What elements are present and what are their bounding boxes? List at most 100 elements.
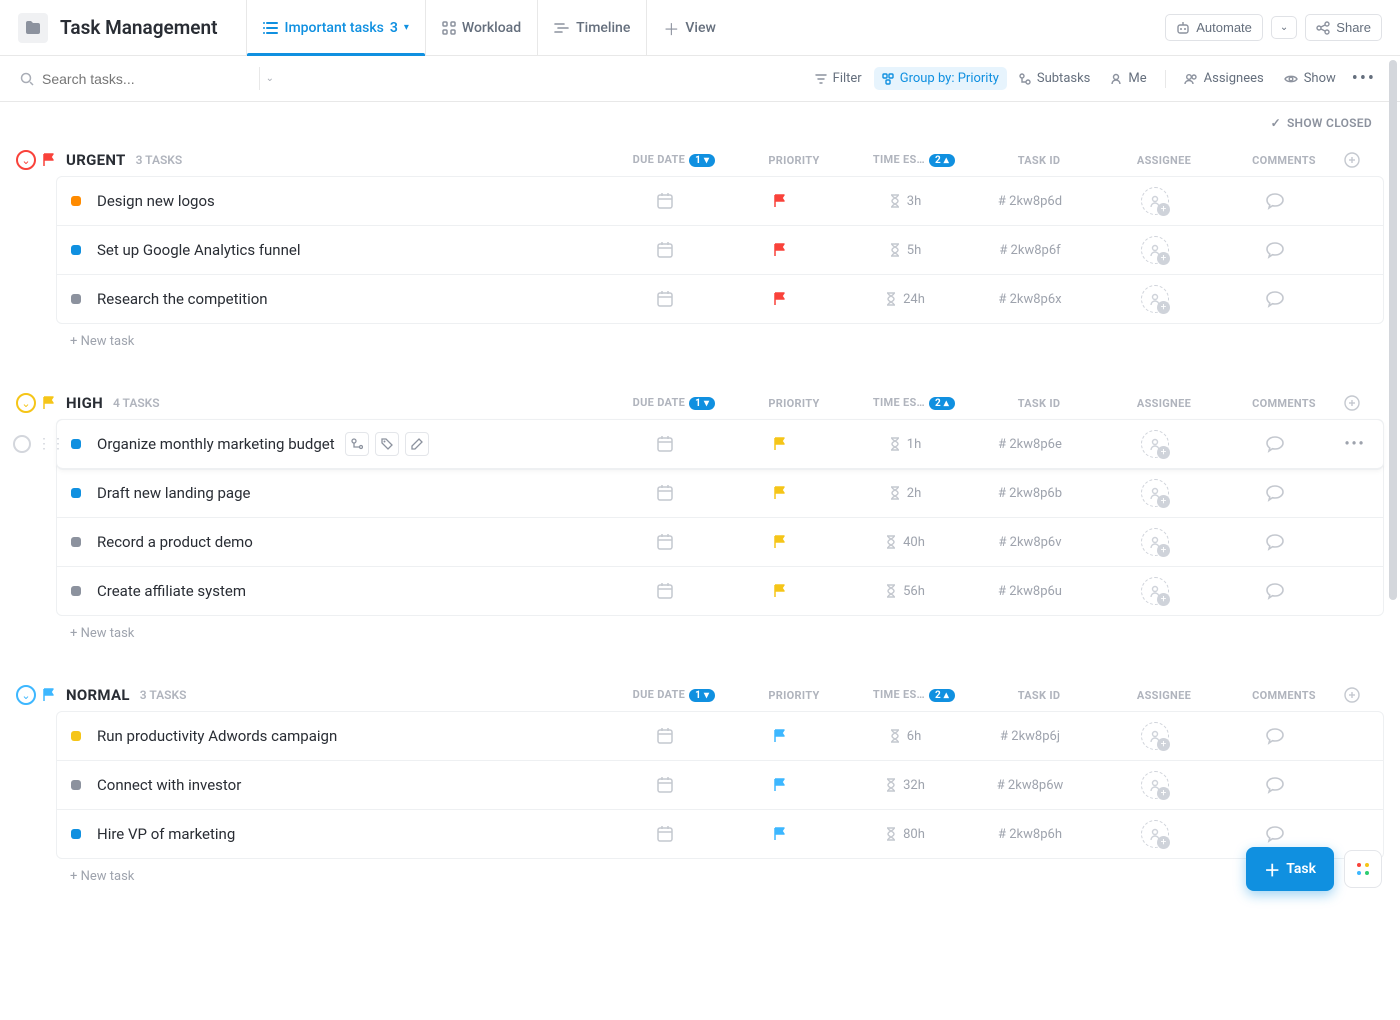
cell-priority[interactable]: [725, 437, 845, 451]
collapse-toggle[interactable]: ⌄: [16, 150, 36, 170]
cell-priority[interactable]: [725, 486, 845, 500]
subtasks-button[interactable]: Subtasks: [1011, 67, 1099, 90]
show-closed-button[interactable]: ✓ SHOW CLOSED: [1271, 116, 1372, 130]
new-task-button[interactable]: + New task: [56, 616, 1384, 651]
search-dropdown[interactable]: ⌄: [259, 67, 280, 90]
status-box[interactable]: [71, 829, 81, 839]
filter-button[interactable]: Filter: [807, 67, 870, 90]
cell-comments[interactable]: [1215, 727, 1335, 745]
col-comments[interactable]: COMMENTS: [1224, 154, 1344, 167]
new-task-button[interactable]: + New task: [56, 324, 1384, 359]
tab-important-tasks[interactable]: Important tasks 3 ▾: [246, 0, 425, 55]
col-priority[interactable]: PRIORITY: [734, 397, 854, 410]
col-due-date[interactable]: DUE DATE1 ▾: [614, 688, 734, 702]
new-task-button[interactable]: + New task: [56, 859, 1384, 894]
automate-dropdown[interactable]: ⌄: [1271, 16, 1297, 39]
cell-time-estimate[interactable]: 40h: [845, 535, 965, 550]
assignee-placeholder-icon[interactable]: [1141, 430, 1169, 458]
cell-priority[interactable]: [725, 778, 845, 792]
task-row[interactable]: Research the competition 24h # 2kw8p6x: [57, 275, 1383, 323]
col-priority[interactable]: PRIORITY: [734, 154, 854, 167]
cell-comments[interactable]: [1215, 776, 1335, 794]
col-assignee[interactable]: ASSIGNEE: [1104, 397, 1224, 410]
col-comments[interactable]: COMMENTS: [1224, 689, 1344, 702]
cell-priority[interactable]: [725, 243, 845, 257]
task-row[interactable]: Hire VP of marketing 80h # 2kw8p6h: [57, 810, 1383, 858]
cell-comments[interactable]: [1215, 435, 1335, 453]
cell-time-estimate[interactable]: 2h: [845, 486, 965, 501]
fab-new-task[interactable]: ＋ Task: [1246, 847, 1334, 891]
assignees-button[interactable]: Assignees: [1176, 67, 1272, 90]
cell-due-date[interactable]: [605, 435, 725, 453]
cell-priority[interactable]: [725, 535, 845, 549]
cell-due-date[interactable]: [605, 533, 725, 551]
edit-action[interactable]: [405, 432, 429, 456]
cell-due-date[interactable]: [605, 776, 725, 794]
status-box[interactable]: [71, 245, 81, 255]
status-box[interactable]: [71, 586, 81, 596]
tag-action[interactable]: [375, 432, 399, 456]
cell-comments[interactable]: [1215, 582, 1335, 600]
tab-add-view[interactable]: ＋ View: [646, 0, 732, 55]
col-add[interactable]: [1344, 152, 1384, 168]
collapse-toggle[interactable]: ⌄: [16, 393, 36, 413]
folder-icon[interactable]: [18, 13, 48, 43]
col-comments[interactable]: COMMENTS: [1224, 397, 1344, 410]
col-time-estimate[interactable]: TIME ES…2 ▴: [854, 688, 974, 702]
status-box[interactable]: [71, 294, 81, 304]
cell-assignee[interactable]: [1095, 771, 1215, 799]
task-row[interactable]: Create affiliate system 56h # 2kw8p6u: [57, 567, 1383, 615]
cell-priority[interactable]: [725, 194, 845, 208]
cell-priority[interactable]: [725, 584, 845, 598]
col-assignee[interactable]: ASSIGNEE: [1104, 689, 1224, 702]
assignee-placeholder-icon[interactable]: [1141, 820, 1169, 848]
groupby-button[interactable]: Group by: Priority: [874, 67, 1007, 90]
fab-apps[interactable]: [1344, 850, 1382, 888]
task-row[interactable]: Design new logos 3h # 2kw8p6d: [57, 177, 1383, 226]
cell-comments[interactable]: [1215, 825, 1335, 843]
col-due-date[interactable]: DUE DATE1 ▾: [614, 153, 734, 167]
row-select-circle[interactable]: [13, 435, 31, 453]
task-row[interactable]: Draft new landing page 2h # 2kw8p6b: [57, 469, 1383, 518]
cell-priority[interactable]: [725, 292, 845, 306]
col-time-estimate[interactable]: TIME ES…2 ▴: [854, 396, 974, 410]
col-priority[interactable]: PRIORITY: [734, 689, 854, 702]
cell-assignee[interactable]: [1095, 577, 1215, 605]
cell-time-estimate[interactable]: 80h: [845, 827, 965, 842]
cell-due-date[interactable]: [605, 582, 725, 600]
assignee-placeholder-icon[interactable]: [1141, 479, 1169, 507]
task-row[interactable]: Set up Google Analytics funnel 5h # 2kw8…: [57, 226, 1383, 275]
cell-time-estimate[interactable]: 32h: [845, 778, 965, 793]
status-box[interactable]: [71, 780, 81, 790]
cell-due-date[interactable]: [605, 290, 725, 308]
assignee-placeholder-icon[interactable]: [1141, 528, 1169, 556]
task-row[interactable]: Record a product demo 40h # 2kw8p6v: [57, 518, 1383, 567]
cell-priority[interactable]: [725, 827, 845, 841]
cell-assignee[interactable]: [1095, 285, 1215, 313]
cell-comments[interactable]: [1215, 290, 1335, 308]
col-task-id[interactable]: TASK ID: [974, 397, 1104, 410]
col-time-estimate[interactable]: TIME ES…2 ▴: [854, 153, 974, 167]
cell-assignee[interactable]: [1095, 479, 1215, 507]
cell-due-date[interactable]: [605, 727, 725, 745]
automate-button[interactable]: Automate: [1165, 14, 1263, 41]
assignee-placeholder-icon[interactable]: [1141, 577, 1169, 605]
cell-assignee[interactable]: [1095, 820, 1215, 848]
cell-time-estimate[interactable]: 24h: [845, 292, 965, 307]
cell-priority[interactable]: [725, 729, 845, 743]
tab-workload[interactable]: Workload: [425, 0, 537, 55]
cell-assignee[interactable]: [1095, 430, 1215, 458]
assignee-placeholder-icon[interactable]: [1141, 771, 1169, 799]
assignee-placeholder-icon[interactable]: [1141, 722, 1169, 750]
cell-time-estimate[interactable]: 3h: [845, 194, 965, 209]
cell-assignee[interactable]: [1095, 722, 1215, 750]
col-assignee[interactable]: ASSIGNEE: [1104, 154, 1224, 167]
assignee-placeholder-icon[interactable]: [1141, 187, 1169, 215]
cell-assignee[interactable]: [1095, 187, 1215, 215]
task-row[interactable]: Connect with investor 32h # 2kw8p6w: [57, 761, 1383, 810]
scroll-thumb[interactable]: [1389, 60, 1397, 600]
col-task-id[interactable]: TASK ID: [974, 154, 1104, 167]
cell-time-estimate[interactable]: 6h: [845, 729, 965, 744]
task-row[interactable]: Run productivity Adwords campaign 6h # 2…: [57, 712, 1383, 761]
cell-due-date[interactable]: [605, 192, 725, 210]
